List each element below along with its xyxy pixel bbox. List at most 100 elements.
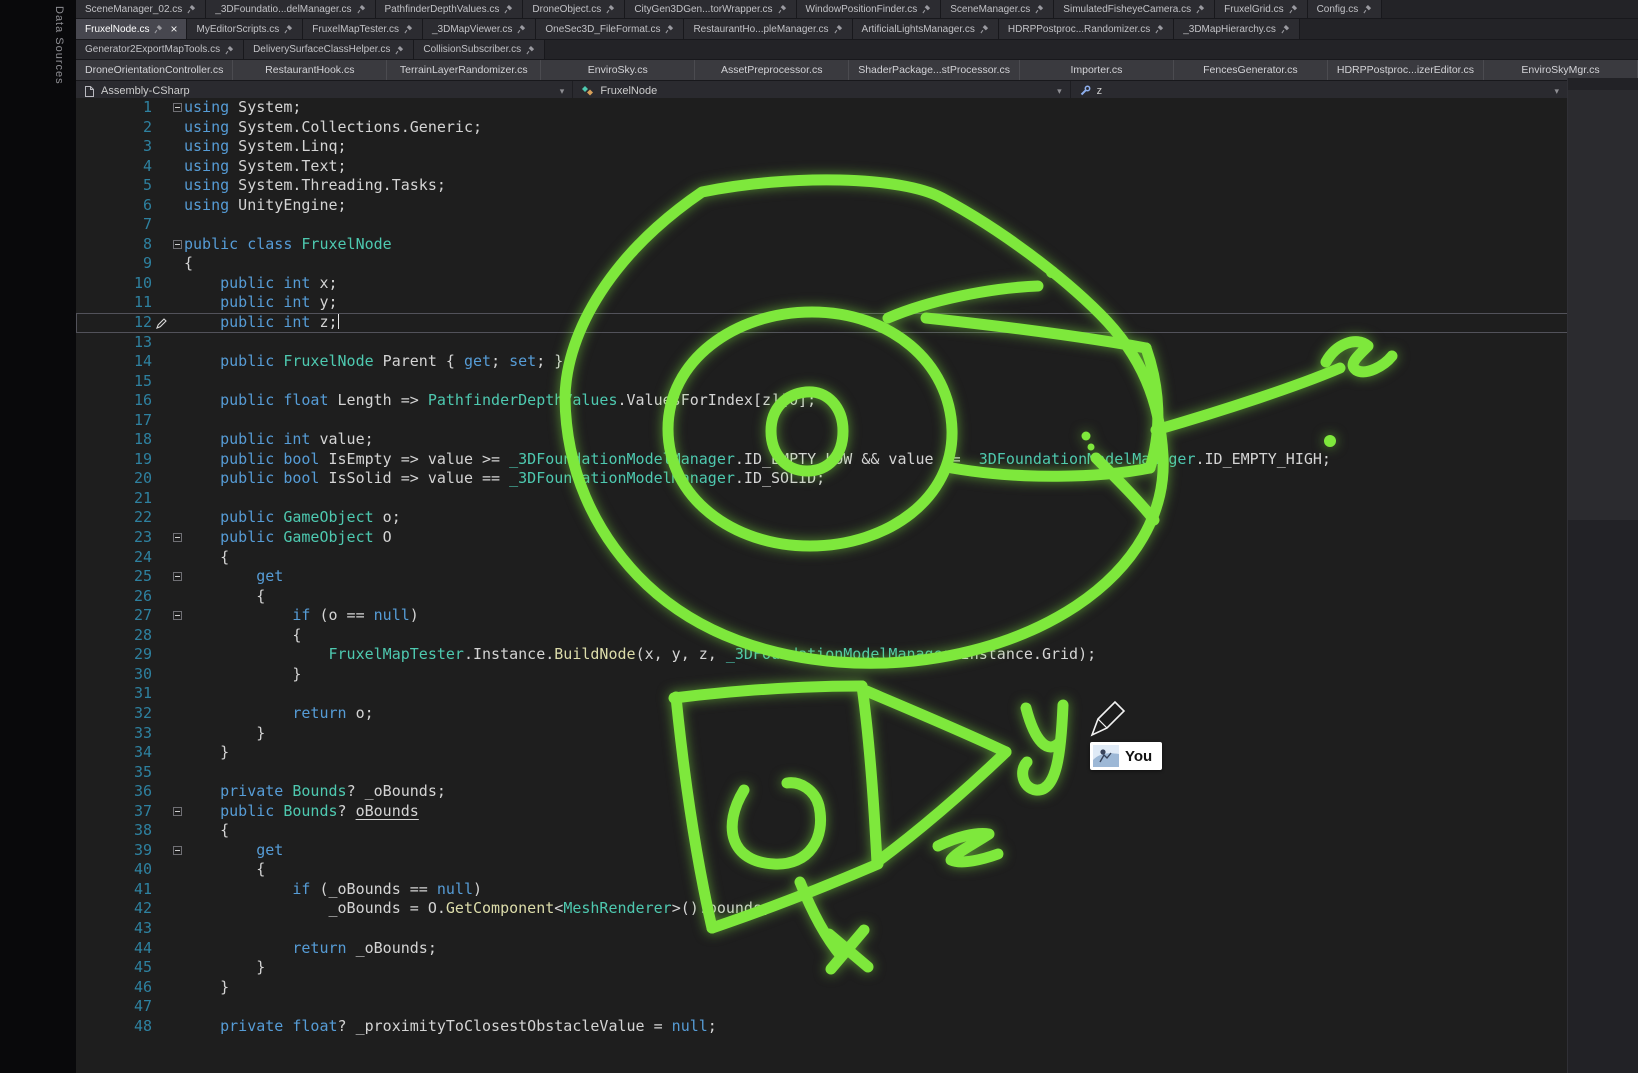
- code-line[interactable]: 28 {: [76, 626, 1568, 646]
- code-line[interactable]: 18 public int value;: [76, 430, 1568, 450]
- tab-enviroskymgr-cs[interactable]: EnviroSkyMgr.cs: [1484, 60, 1638, 80]
- code-line[interactable]: 19 public bool IsEmpty => value >= _3DFo…: [76, 450, 1568, 470]
- code-line[interactable]: 30 }: [76, 665, 1568, 685]
- code-line[interactable]: 14 public FruxelNode Parent { get; set; …: [76, 352, 1568, 372]
- code-line[interactable]: 16 public float Length => PathfinderDept…: [76, 391, 1568, 411]
- chevron-down-icon[interactable]: ▾: [1554, 86, 1559, 97]
- code-editor[interactable]: 1using System;2using System.Collections.…: [76, 98, 1568, 1073]
- code-line[interactable]: 34 }: [76, 743, 1568, 763]
- code-line[interactable]: 13: [76, 333, 1568, 353]
- pin-icon[interactable]: [526, 45, 535, 55]
- code-line[interactable]: 4using System.Text;: [76, 157, 1568, 177]
- fold-toggle[interactable]: [173, 103, 182, 112]
- code-line[interactable]: 40 {: [76, 860, 1568, 880]
- code-line[interactable]: 24 {: [76, 548, 1568, 568]
- tab-terrainlayerrandomizer-cs[interactable]: TerrainLayerRandomizer.cs: [387, 60, 541, 80]
- tab-fencesgenerator-cs[interactable]: FencesGenerator.cs: [1174, 60, 1328, 80]
- pin-icon[interactable]: [357, 4, 366, 14]
- code-line[interactable]: 25 get: [76, 567, 1568, 587]
- tab--3dmapviewer-cs[interactable]: _3DMapViewer.cs: [423, 19, 536, 39]
- tab-scenemanager-cs[interactable]: SceneManager.cs: [941, 0, 1054, 18]
- code-line[interactable]: 3using System.Linq;: [76, 137, 1568, 157]
- code-line[interactable]: 45 }: [76, 958, 1568, 978]
- pin-icon[interactable]: [225, 45, 234, 55]
- code-line[interactable]: 35: [76, 763, 1568, 783]
- tab-fruxelgrid-cs[interactable]: FruxelGrid.cs: [1215, 0, 1307, 18]
- code-line[interactable]: 29 FruxelMapTester.Instance.BuildNode(x,…: [76, 645, 1568, 665]
- code-line[interactable]: 10 public int x;: [76, 274, 1568, 294]
- code-line[interactable]: 17: [76, 411, 1568, 431]
- pin-icon[interactable]: [1363, 4, 1372, 14]
- pin-icon[interactable]: [1289, 4, 1298, 14]
- tab-scenemanager-02-cs[interactable]: SceneManager_02.cs: [76, 0, 206, 18]
- pin-icon[interactable]: [1281, 24, 1290, 34]
- code-line[interactable]: 41 if (_oBounds == null): [76, 880, 1568, 900]
- fold-toggle[interactable]: [173, 807, 182, 816]
- scrollbar-viewport[interactable]: [1568, 90, 1638, 520]
- pin-icon[interactable]: [606, 4, 615, 14]
- code-line[interactable]: 37 public Bounds? oBounds: [76, 802, 1568, 822]
- tab-artificiallightsmanager-cs[interactable]: ArtificialLightsManager.cs: [853, 19, 999, 39]
- fold-toggle[interactable]: [173, 846, 182, 855]
- fold-toggle[interactable]: [173, 240, 182, 249]
- pin-icon[interactable]: [284, 24, 293, 34]
- tab-restaurantho-plemanager-cs[interactable]: RestaurantHo...pleManager.cs: [684, 19, 852, 39]
- pin-icon[interactable]: [404, 24, 413, 34]
- tab-restauranthook-cs[interactable]: RestaurantHook.cs: [233, 60, 387, 80]
- tab-generator2exportmaptools-cs[interactable]: Generator2ExportMapTools.cs: [76, 40, 244, 59]
- pin-icon[interactable]: [980, 24, 989, 34]
- tab-droneobject-cs[interactable]: DroneObject.cs: [523, 0, 625, 18]
- tab-importer-cs[interactable]: Importer.cs: [1020, 60, 1174, 80]
- code-line[interactable]: 8public class FruxelNode: [76, 235, 1568, 255]
- code-line[interactable]: 38 {: [76, 821, 1568, 841]
- pin-icon[interactable]: [395, 45, 404, 55]
- code-line[interactable]: 5using System.Threading.Tasks;: [76, 176, 1568, 196]
- pin-icon[interactable]: [1196, 4, 1205, 14]
- pin-icon[interactable]: [922, 4, 931, 14]
- code-line[interactable]: 20 public bool IsSolid => value == _3DFo…: [76, 469, 1568, 489]
- scrollbar-map[interactable]: [1567, 78, 1638, 1073]
- tab-config-cs[interactable]: Config.cs: [1308, 0, 1383, 18]
- close-icon[interactable]: ×: [170, 23, 177, 35]
- code-line[interactable]: 7: [76, 215, 1568, 235]
- tab-windowpositionfinder-cs[interactable]: WindowPositionFinder.cs: [797, 0, 942, 18]
- pin-icon[interactable]: [154, 24, 163, 34]
- fold-toggle[interactable]: [173, 572, 182, 581]
- pin-icon[interactable]: [504, 4, 513, 14]
- tab-assetpreprocessor-cs[interactable]: AssetPreprocessor.cs: [695, 60, 849, 80]
- code-line[interactable]: 44 return _oBounds;: [76, 939, 1568, 959]
- code-line[interactable]: 2using System.Collections.Generic;: [76, 118, 1568, 138]
- code-line[interactable]: 22 public GameObject o;: [76, 508, 1568, 528]
- code-line[interactable]: 12 public int z;: [76, 313, 1568, 333]
- code-line[interactable]: 1using System;: [76, 98, 1568, 118]
- chevron-down-icon[interactable]: ▾: [1057, 86, 1062, 97]
- tab-droneorientationcontroller-cs[interactable]: DroneOrientationController.cs: [76, 60, 233, 80]
- tab--3dfoundatio-delmanager-cs[interactable]: _3DFoundatio...delManager.cs: [206, 0, 375, 18]
- tab-onesec3d-fileformat-cs[interactable]: OneSec3D_FileFormat.cs: [536, 19, 684, 39]
- code-line[interactable]: 47: [76, 997, 1568, 1017]
- code-line[interactable]: 27 if (o == null): [76, 606, 1568, 626]
- tab-envirosky-cs[interactable]: EnviroSky.cs: [541, 60, 695, 80]
- code-line[interactable]: 36 private Bounds? _oBounds;: [76, 782, 1568, 802]
- code-line[interactable]: 31: [76, 684, 1568, 704]
- pin-icon[interactable]: [1035, 4, 1044, 14]
- code-line[interactable]: 11 public int y;: [76, 293, 1568, 313]
- tab-fruxelnode-cs[interactable]: FruxelNode.cs×: [76, 19, 187, 39]
- pin-icon[interactable]: [834, 24, 843, 34]
- tab-hdrppostproc-izereditor-cs[interactable]: HDRPPostproc...izerEditor.cs: [1328, 60, 1484, 80]
- tab-myeditorscripts-cs[interactable]: MyEditorScripts.cs: [187, 19, 303, 39]
- tab-deliverysurfaceclasshelper-cs[interactable]: DeliverySurfaceClassHelper.cs: [244, 40, 414, 59]
- code-line[interactable]: 26 {: [76, 587, 1568, 607]
- code-line[interactable]: 33 }: [76, 724, 1568, 744]
- tab-simulatedfisheyecamera-cs[interactable]: SimulatedFisheyeCamera.cs: [1054, 0, 1215, 18]
- tab-shaderpackage-stprocessor-cs[interactable]: ShaderPackage...stProcessor.cs: [849, 60, 1020, 80]
- fold-toggle[interactable]: [173, 533, 182, 542]
- code-line[interactable]: 15: [76, 372, 1568, 392]
- tab-hdrppostproc-randomizer-cs[interactable]: HDRPPostproc...Randomizer.cs: [999, 19, 1174, 39]
- pin-icon[interactable]: [1155, 24, 1164, 34]
- code-line[interactable]: 43: [76, 919, 1568, 939]
- code-line[interactable]: 42 _oBounds = O.GetComponent<MeshRendere…: [76, 899, 1568, 919]
- tab-fruxelmaptester-cs[interactable]: FruxelMapTester.cs: [303, 19, 423, 39]
- code-line[interactable]: 6using UnityEngine;: [76, 196, 1568, 216]
- chevron-down-icon[interactable]: ▾: [560, 86, 565, 97]
